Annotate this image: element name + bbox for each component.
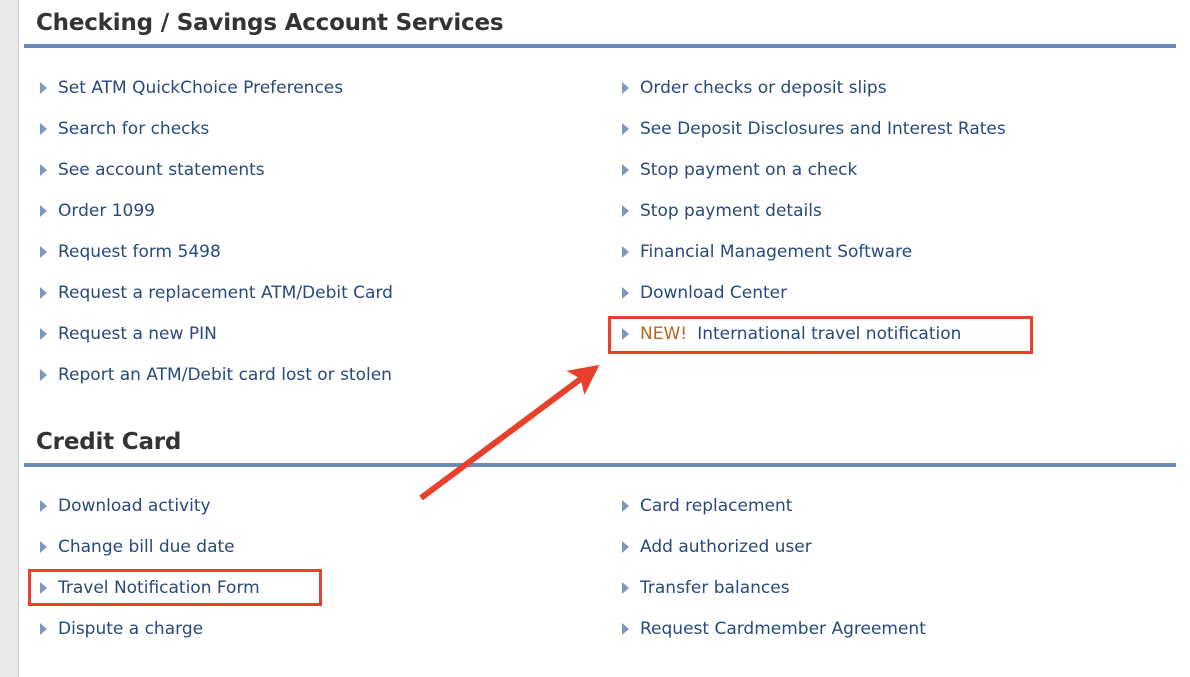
link-label[interactable]: Request Cardmember Agreement (640, 619, 926, 639)
link-label[interactable]: Order 1099 (58, 201, 155, 221)
list-item[interactable]: Order 1099 (19, 190, 599, 231)
triangle-right-icon (40, 122, 47, 135)
link-label[interactable]: Financial Management Software (640, 242, 912, 262)
triangle-right-icon (622, 81, 629, 94)
link-label[interactable]: Request form 5498 (58, 242, 221, 262)
links-column-right: Order checks or deposit slips See Deposi… (601, 67, 1181, 354)
triangle-right-icon (40, 204, 47, 217)
triangle-right-icon (40, 540, 47, 553)
triangle-right-icon (40, 81, 47, 94)
list-item[interactable]: Stop payment details (601, 190, 1181, 231)
triangle-right-icon (40, 368, 47, 381)
section-title-credit-card: Credit Card (36, 429, 182, 455)
list-item[interactable]: Order checks or deposit slips (601, 67, 1181, 108)
section-divider (24, 463, 1176, 467)
list-item[interactable]: Card replacement (601, 485, 1181, 526)
list-item[interactable]: Add authorized user (601, 526, 1181, 567)
link-label[interactable]: Card replacement (640, 496, 792, 516)
list-item[interactable]: Request Cardmember Agreement (601, 608, 1181, 649)
list-item[interactable]: Request a new PIN (19, 313, 599, 354)
new-badge: NEW! (640, 324, 688, 344)
section-divider (24, 44, 1176, 48)
link-label[interactable]: Request a replacement ATM/Debit Card (58, 283, 393, 303)
triangle-right-icon (622, 540, 629, 553)
page-gutter (0, 0, 19, 677)
link-list: Download activity Change bill due date T… (19, 485, 599, 649)
triangle-right-icon (622, 622, 629, 635)
list-item-travel-notification-form[interactable]: Travel Notification Form (19, 567, 599, 608)
link-label[interactable]: Report an ATM/Debit card lost or stolen (58, 365, 392, 385)
link-label[interactable]: Dispute a charge (58, 619, 203, 639)
list-item[interactable]: See Deposit Disclosures and Interest Rat… (601, 108, 1181, 149)
link-label[interactable]: Travel Notification Form (58, 578, 260, 598)
link-label[interactable]: Order checks or deposit slips (640, 78, 887, 98)
triangle-right-icon (622, 245, 629, 258)
link-label[interactable]: Transfer balances (640, 578, 790, 598)
list-item[interactable]: Dispute a charge (19, 608, 599, 649)
account-services-page: Checking / Savings Account Services Set … (19, 0, 1190, 677)
list-item[interactable]: Download Center (601, 272, 1181, 313)
link-label[interactable]: Stop payment details (640, 201, 822, 221)
link-label[interactable]: Download Center (640, 283, 787, 303)
list-item[interactable]: Stop payment on a check (601, 149, 1181, 190)
link-label[interactable]: Set ATM QuickChoice Preferences (58, 78, 343, 98)
link-label[interactable]: Stop payment on a check (640, 160, 857, 180)
link-list: Order checks or deposit slips See Deposi… (601, 67, 1181, 354)
link-label[interactable]: See Deposit Disclosures and Interest Rat… (640, 119, 1006, 139)
link-label[interactable]: Change bill due date (58, 537, 235, 557)
triangle-right-icon (622, 327, 629, 340)
link-list: Card replacement Add authorized user Tra… (601, 485, 1181, 649)
triangle-right-icon (40, 581, 47, 594)
link-label[interactable]: Add authorized user (640, 537, 812, 557)
triangle-right-icon (622, 581, 629, 594)
list-item[interactable]: Search for checks (19, 108, 599, 149)
triangle-right-icon (40, 286, 47, 299)
link-label[interactable]: International travel notification (697, 324, 961, 344)
triangle-right-icon (622, 163, 629, 176)
list-item[interactable]: Request a replacement ATM/Debit Card (19, 272, 599, 313)
list-item[interactable]: See account statements (19, 149, 599, 190)
page-title: Checking / Savings Account Services (36, 10, 504, 36)
list-item[interactable]: Download activity (19, 485, 599, 526)
triangle-right-icon (622, 204, 629, 217)
links-columns: Set ATM QuickChoice Preferences Search f… (19, 67, 1190, 397)
section-credit-card: Credit Card Download activity Change bil… (19, 427, 1190, 655)
links-columns: Download activity Change bill due date T… (19, 485, 1190, 655)
list-item-international-travel[interactable]: NEW! International travel notification (601, 313, 1181, 354)
triangle-right-icon (622, 286, 629, 299)
list-item[interactable]: Financial Management Software (601, 231, 1181, 272)
link-label[interactable]: Request a new PIN (58, 324, 217, 344)
triangle-right-icon (40, 622, 47, 635)
triangle-right-icon (622, 499, 629, 512)
list-item[interactable]: Report an ATM/Debit card lost or stolen (19, 354, 599, 395)
section-checking-savings: Checking / Savings Account Services Set … (19, 8, 1190, 397)
links-column-left: Set ATM QuickChoice Preferences Search f… (19, 67, 599, 395)
triangle-right-icon (622, 122, 629, 135)
links-column-right: Card replacement Add authorized user Tra… (601, 485, 1181, 649)
links-column-left: Download activity Change bill due date T… (19, 485, 599, 649)
link-label[interactable]: Download activity (58, 496, 211, 516)
triangle-right-icon (40, 499, 47, 512)
triangle-right-icon (40, 245, 47, 258)
list-item[interactable]: Transfer balances (601, 567, 1181, 608)
link-label[interactable]: See account statements (58, 160, 265, 180)
triangle-right-icon (40, 327, 47, 340)
link-list: Set ATM QuickChoice Preferences Search f… (19, 67, 599, 395)
link-label[interactable]: Search for checks (58, 119, 209, 139)
list-item[interactable]: Request form 5498 (19, 231, 599, 272)
list-item[interactable]: Set ATM QuickChoice Preferences (19, 67, 599, 108)
list-item[interactable]: Change bill due date (19, 526, 599, 567)
triangle-right-icon (40, 163, 47, 176)
